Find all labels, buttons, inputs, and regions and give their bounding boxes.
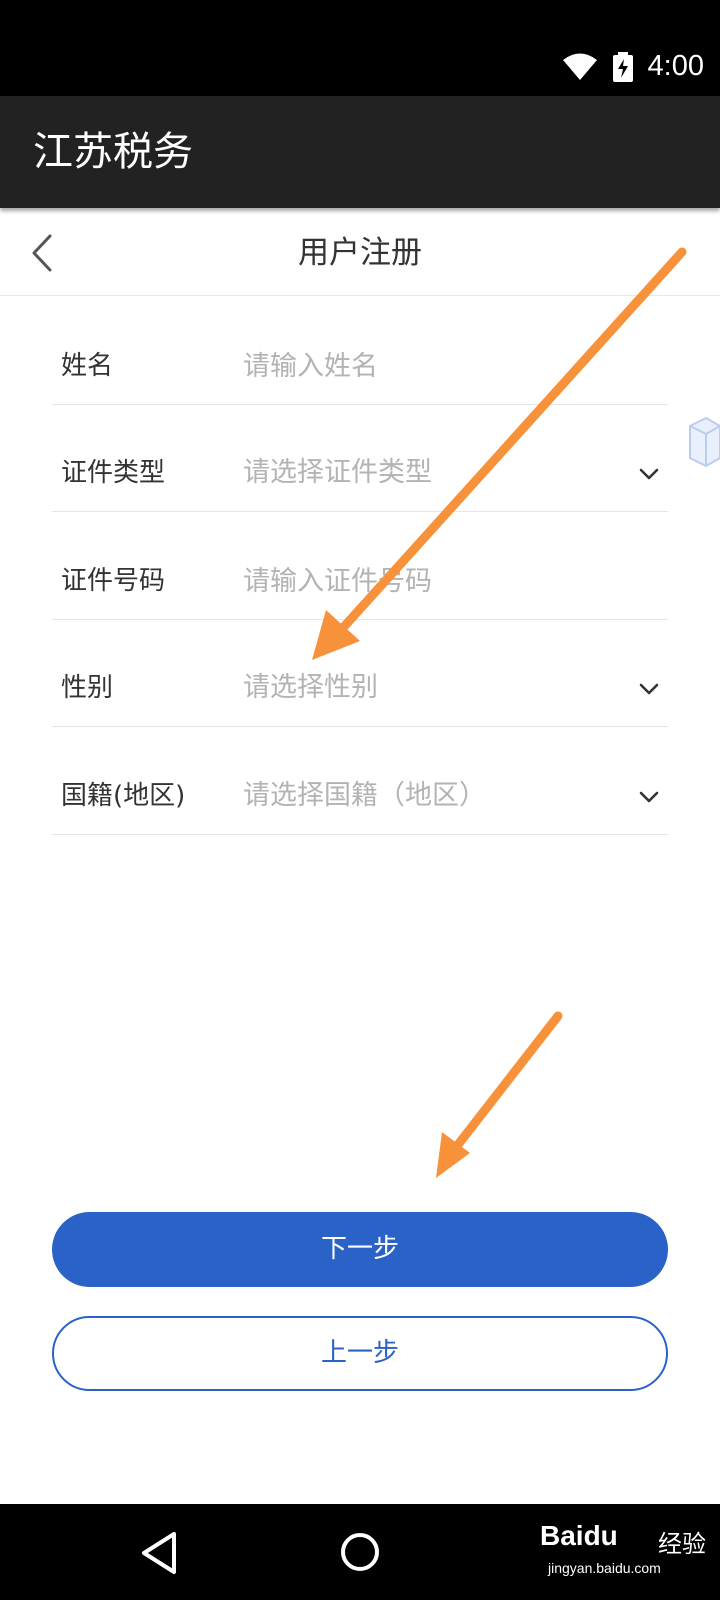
battery-charging-icon xyxy=(612,51,633,82)
watermark-brand: Baidu xyxy=(540,1520,618,1551)
annotation-arrow-lower xyxy=(436,1011,563,1178)
page-title: 用户注册 xyxy=(298,235,422,271)
name-input[interactable] xyxy=(243,344,623,388)
form-row-nationality[interactable]: 国籍(地区) 请选择国籍（地区） xyxy=(52,726,668,835)
wifi-icon xyxy=(562,53,597,80)
watermark-url: jingyan.baidu.com xyxy=(548,1560,661,1576)
status-bar: 4:00 xyxy=(0,0,720,96)
next-step-button[interactable]: 下一步 xyxy=(52,1212,668,1287)
previous-step-button[interactable]: 上一步 xyxy=(52,1316,668,1391)
chevron-down-icon[interactable] xyxy=(638,786,660,808)
nav-home-icon[interactable] xyxy=(340,1532,380,1572)
nationality-select[interactable]: 请选择国籍（地区） xyxy=(243,726,486,866)
chevron-down-icon[interactable] xyxy=(638,463,660,485)
form-row-id-number: 证件号码 xyxy=(52,511,668,620)
form-row-name: 姓名 xyxy=(52,296,668,405)
page-header: 用户注册 xyxy=(0,208,720,296)
status-time: 4:00 xyxy=(647,50,704,82)
field-label-nationality: 国籍(地区) xyxy=(61,781,186,811)
floating-cube-icon[interactable] xyxy=(680,414,720,470)
id-number-input[interactable] xyxy=(243,559,623,603)
baidu-jingyan-watermark: Baidu 经验 jingyan.baidu.com xyxy=(540,1520,710,1580)
form-row-id-type[interactable]: 证件类型 请选择证件类型 xyxy=(52,403,668,512)
form-row-gender[interactable]: 性别 请选择性别 xyxy=(52,618,668,727)
app-bar: 江苏税务 xyxy=(0,96,720,208)
status-icons: 4:00 xyxy=(562,50,704,83)
watermark-product: 经验 xyxy=(658,1530,706,1558)
app-title: 江苏税务 xyxy=(33,129,193,175)
chevron-down-icon[interactable] xyxy=(638,678,660,700)
nav-back-icon[interactable] xyxy=(140,1530,180,1576)
